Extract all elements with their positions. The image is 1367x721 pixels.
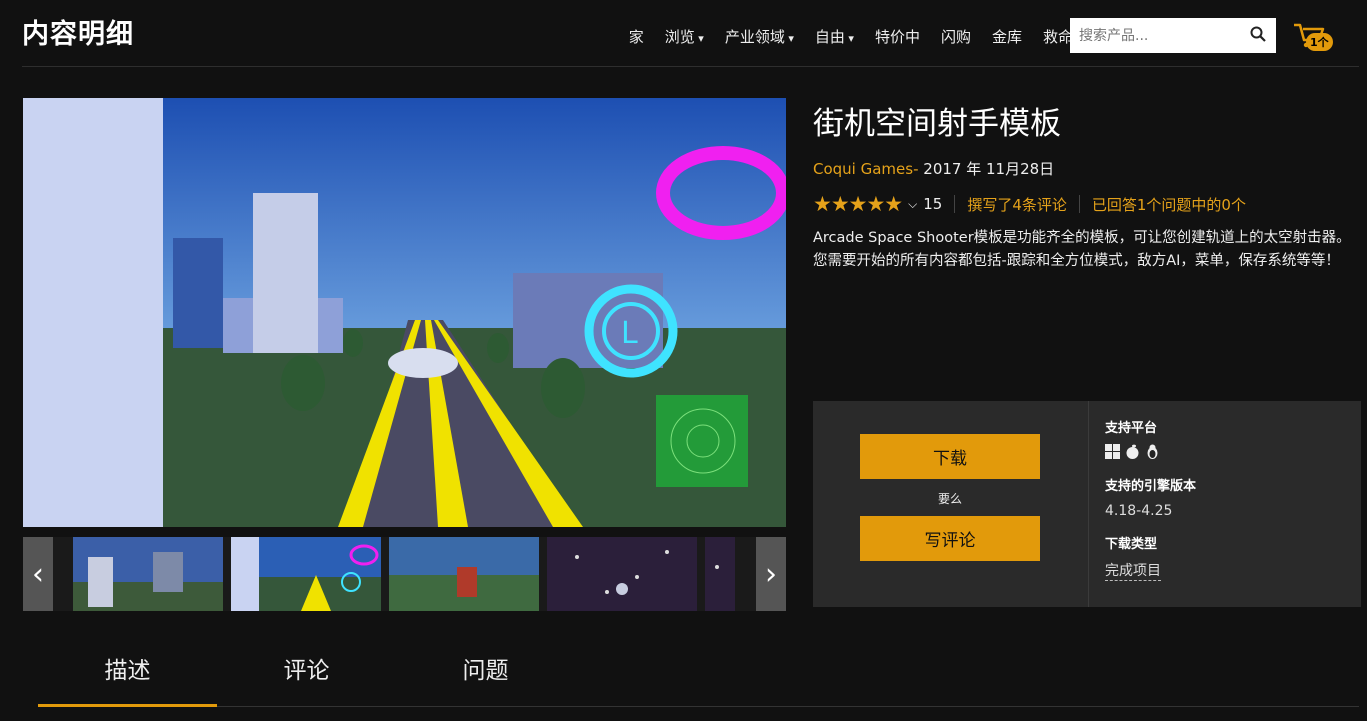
- product-specs: 支持平台 支持的引擎版本 4.18-4.25 下载类型 完成项目: [1088, 401, 1362, 607]
- write-review-button[interactable]: 写评论: [860, 516, 1040, 561]
- windows-icon: [1105, 444, 1120, 459]
- purchase-panel: 下载 要么 写评论 支持平台 支持的引擎版本 4.18-4.25 下载类型 完成…: [813, 401, 1361, 607]
- action-area: 下载 要么 写评论: [813, 401, 1087, 607]
- publisher-line: Coqui Games- 2017 年 11月28日: [813, 158, 1054, 179]
- search-input[interactable]: [1070, 18, 1276, 53]
- thumbnail-2[interactable]: [231, 537, 381, 611]
- page-logo[interactable]: 内容明细: [22, 12, 134, 51]
- tab-description[interactable]: 描述: [38, 640, 217, 707]
- tab-questions[interactable]: 问题: [396, 640, 575, 704]
- nav-vault[interactable]: 金库: [992, 26, 1022, 47]
- nav-help[interactable]: 救命: [1043, 26, 1073, 47]
- engine-label: 支持的引擎版本: [1105, 479, 1197, 494]
- search-icon[interactable]: [1250, 26, 1266, 42]
- reviews-link[interactable]: 撰写了4条评论: [967, 194, 1067, 215]
- nav-flash-sale[interactable]: 闪购: [941, 26, 971, 47]
- download-type-label: 下载类型: [1105, 537, 1158, 552]
- questions-link[interactable]: 已回答1个问题中的0个: [1092, 194, 1246, 215]
- nav-industries[interactable]: 产业领域: [725, 26, 794, 47]
- nav-on-sale[interactable]: 特价中: [875, 26, 920, 47]
- or-label: 要么: [937, 492, 962, 506]
- divider: [1078, 195, 1080, 213]
- main-nav: 家 浏览 产业领域 自由 特价中 闪购 金库 救命: [629, 26, 1073, 47]
- svg-text:L: L: [621, 316, 638, 351]
- rating-count: 15: [923, 195, 943, 213]
- nav-free[interactable]: 自由: [815, 26, 854, 47]
- nav-home[interactable]: 家: [629, 26, 644, 47]
- chevron-down-icon[interactable]: ⌵: [908, 197, 917, 212]
- ratings-row: ★★★★★ ⌵ 15 撰写了4条评论 已回答1个问题中的0个: [813, 192, 1246, 216]
- thumbnail-4[interactable]: [547, 537, 697, 611]
- product-description: Arcade Space Shooter模板是功能齐全的模板，可让您创建轨道上的…: [813, 230, 1351, 269]
- apple-icon: [1126, 444, 1139, 459]
- platforms-label: 支持平台: [1105, 421, 1158, 436]
- divider: [954, 195, 956, 213]
- download-button[interactable]: 下载: [860, 434, 1040, 479]
- thumbnail-5[interactable]: [705, 537, 735, 611]
- engine-version: 4.18-4.25: [1105, 503, 1173, 519]
- download-type-value[interactable]: 完成项目: [1105, 560, 1161, 581]
- nav-browse[interactable]: 浏览: [665, 26, 704, 47]
- chevron-right-icon[interactable]: ›: [756, 537, 786, 611]
- publisher-dash: -: [913, 160, 919, 178]
- tab-reviews[interactable]: 评论: [217, 640, 396, 704]
- main-screenshot[interactable]: L: [23, 98, 786, 527]
- tab-bar: 描述 评论 问题: [38, 640, 1359, 707]
- linux-icon: [1147, 444, 1158, 459]
- product-title: 街机空间射手模板: [813, 106, 1061, 142]
- platform-icons: [1105, 444, 1160, 459]
- star-rating[interactable]: ★★★★★: [813, 192, 903, 216]
- chevron-left-icon[interactable]: ‹: [23, 537, 53, 611]
- release-date: 2017 年 11月28日: [923, 160, 1055, 178]
- thumbnail-1[interactable]: [73, 537, 223, 611]
- publisher-link[interactable]: Coqui Games: [813, 160, 913, 178]
- thumbnail-3[interactable]: [389, 537, 539, 611]
- cart-count-badge: 1个: [1306, 33, 1333, 51]
